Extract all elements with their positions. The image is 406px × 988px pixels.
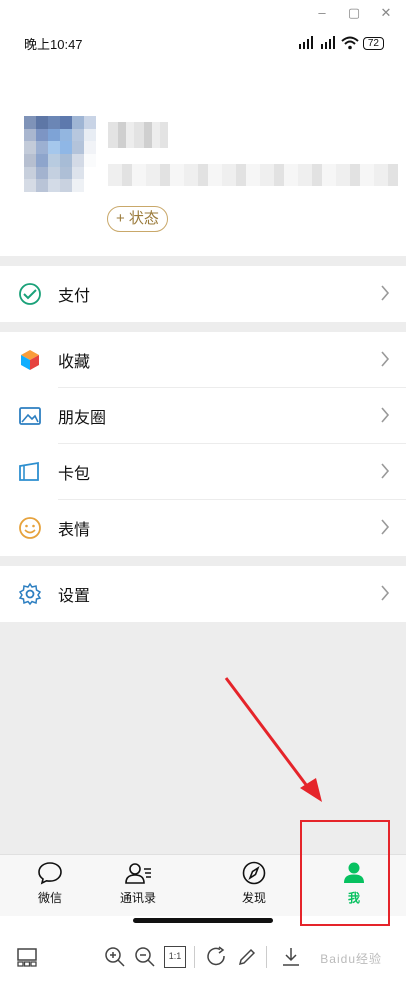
section-gap [0,256,406,266]
chevron-right-icon [381,585,390,601]
watermark: Baidu经验 [320,952,382,966]
section-gap [0,322,406,332]
chat-bubble-icon [38,862,62,885]
wallet-icon [19,461,39,481]
thumbnail-strip-icon[interactable] [16,946,38,968]
window-title-bar: – ▢ ✕ [0,0,406,28]
add-status-button[interactable]: + 状态 [107,206,168,232]
tab-chats[interactable]: 微信 [10,861,90,906]
wechat-id-blurred [108,164,398,186]
download-icon[interactable] [280,946,302,968]
signal-icon [320,36,335,49]
menu-item-favorites[interactable]: 收藏 [0,332,406,388]
tab-label: 发现 [241,891,266,905]
battery-indicator: 72 [362,36,384,50]
status-time: 晚上10:47 [24,37,83,52]
contacts-icon [125,863,151,884]
toolbar-divider [266,946,267,968]
toolbar-divider [194,946,195,968]
nickname-blurred [108,122,168,148]
menu-item-cards[interactable]: 卡包 [0,444,406,500]
wifi-icon [341,36,359,50]
pay-icon [19,283,41,305]
menu-item-settings[interactable]: 设置 [0,566,406,622]
menu-item-label: 卡包 [58,466,91,483]
cube-icon [21,350,39,370]
tab-contacts[interactable]: 通讯录 [98,861,178,906]
close-icon[interactable]: ✕ [376,4,396,22]
status-icons: 72 [297,34,384,52]
profile-header[interactable]: + 状态 [0,60,406,256]
gear-icon [18,582,42,606]
edit-pencil-icon[interactable] [236,946,258,968]
menu-item-label: 朋友圈 [58,410,107,427]
tab-label: 微信 [37,891,62,905]
actual-size-button[interactable]: 1:1 [164,946,186,968]
rotate-icon[interactable] [206,946,228,968]
chevron-right-icon [381,351,390,367]
menu-item-label: 表情 [58,522,91,539]
maximize-icon[interactable]: ▢ [344,4,364,22]
annotation-highlight-box [300,820,390,926]
menu-item-stickers[interactable]: 表情 [0,500,406,556]
chevron-right-icon [381,407,390,423]
smiley-icon [19,517,41,539]
status-bar: 晚上10:47 72 [0,28,406,60]
image-icon [19,407,41,425]
menu-item-label: 收藏 [58,354,91,371]
avatar[interactable] [24,116,96,192]
menu-item-pay[interactable]: 支付 [0,266,406,322]
home-indicator [133,918,273,923]
menu-item-label: 支付 [58,288,91,305]
tab-discover[interactable]: 发现 [214,861,294,906]
chevron-right-icon [381,463,390,479]
menu-item-label: 设置 [58,588,91,605]
zoom-in-icon[interactable] [104,946,126,968]
chevron-right-icon [381,285,390,301]
signal-icon [298,36,313,49]
menu-item-moments[interactable]: 朋友圈 [0,388,406,444]
tab-label: 通讯录 [119,891,156,905]
compass-icon [242,861,266,885]
minimize-icon[interactable]: – [312,4,332,22]
chevron-right-icon [381,519,390,535]
zoom-out-icon[interactable] [134,946,156,968]
section-gap [0,556,406,566]
